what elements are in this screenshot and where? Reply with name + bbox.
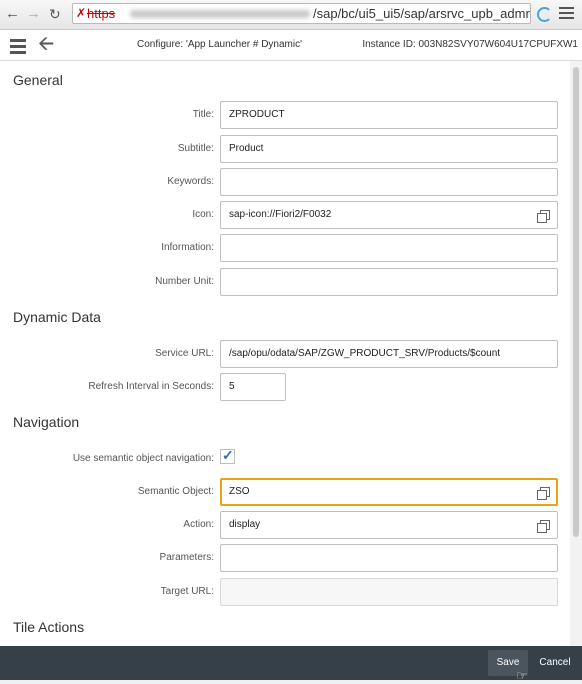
keywords-input[interactable] — [220, 168, 558, 196]
semantic-nav-label: Use semantic object navigation: — [72, 453, 214, 464]
section-title-navigation: Navigation — [13, 414, 80, 430]
value-help-icon[interactable] — [537, 520, 550, 533]
section-title-tile-actions: Tile Actions — [13, 619, 85, 635]
browser-back-icon[interactable]: ← — [5, 4, 20, 24]
refresh-interval-input[interactable]: 5 — [220, 373, 286, 401]
app-header: 🡨 Configure: 'App Launcher # Dynamic' In… — [0, 30, 582, 61]
section-title-general: General — [13, 72, 63, 88]
target-url-input — [220, 578, 558, 606]
semantic-nav-checkbox[interactable]: ✓ — [220, 447, 235, 464]
service-url-value: /sap/opu/odata/SAP/ZGW_PRODUCT_SRV/Produ… — [229, 348, 501, 359]
config-form: General Title: ZPRODUCT Subtitle: Produc… — [0, 61, 570, 646]
semantic-object-input[interactable]: ZSO — [220, 478, 558, 506]
icon-label: Icon: — [192, 209, 214, 220]
service-url-label: Service URL: — [155, 348, 214, 359]
subtitle-input[interactable]: Product — [220, 135, 558, 163]
refresh-interval-value: 5 — [229, 381, 235, 392]
value-help-icon[interactable] — [537, 210, 550, 223]
action-input[interactable]: display — [220, 511, 558, 539]
refresh-interval-label: Refresh Interval in Seconds: — [88, 381, 214, 392]
checkmark-icon: ✓ — [222, 447, 234, 463]
page-title: Configure: 'App Launcher # Dynamic' — [137, 39, 303, 50]
target-url-label: Target URL: — [160, 586, 214, 597]
title-input[interactable]: ZPRODUCT — [220, 101, 558, 129]
browser-forward-icon[interactable]: → — [26, 4, 41, 24]
section-title-dynamic-data: Dynamic Data — [13, 309, 101, 325]
semantic-object-value: ZSO — [229, 486, 250, 497]
title-value: ZPRODUCT — [229, 109, 285, 120]
information-label: Information: — [161, 242, 214, 253]
extension-icon[interactable] — [537, 7, 552, 22]
url-path: /sap/bc/ui5_ui5/sap/arsrvc_upb_admn/main… — [313, 6, 530, 21]
action-value: display — [229, 519, 261, 530]
subtitle-value: Product — [229, 143, 264, 154]
number-unit-input[interactable] — [220, 268, 558, 296]
back-arrow-icon[interactable]: 🡨 — [38, 32, 54, 56]
parameters-input[interactable] — [220, 544, 558, 572]
subtitle-label: Subtitle: — [177, 143, 214, 154]
browser-toolbar: ← → ↻ ✗ https /sap/bc/ui5_ui5/sap/arsrvc… — [0, 0, 582, 30]
url-scheme: https — [87, 6, 116, 21]
information-input[interactable] — [220, 234, 558, 262]
cancel-button[interactable]: Cancel — [534, 650, 576, 676]
url-host-redacted — [130, 10, 310, 18]
number-unit-label: Number Unit: — [155, 276, 214, 287]
hand-cursor-icon: ☞ — [516, 668, 528, 683]
scrollbar-thumb[interactable] — [573, 67, 579, 537]
semantic-object-label: Semantic Object: — [137, 486, 214, 497]
instance-id: Instance ID: 003N82SVY07W604U17CPUFXW1 — [362, 39, 578, 50]
icon-input[interactable]: sap-icon://Fiori2/F0032 — [220, 201, 558, 229]
hamburger-menu-icon[interactable] — [10, 39, 26, 57]
title-label: Title: — [192, 109, 214, 120]
scrollbar[interactable] — [570, 61, 582, 646]
keywords-label: Keywords: — [167, 176, 214, 187]
parameters-label: Parameters: — [159, 552, 214, 563]
browser-reload-icon[interactable]: ↻ — [49, 4, 61, 24]
footer-toolbar: Save Cancel — [0, 646, 582, 680]
address-bar[interactable]: ✗ https /sap/bc/ui5_ui5/sap/arsrvc_upb_a… — [72, 3, 531, 24]
browser-menu-icon[interactable] — [559, 7, 574, 22]
value-help-icon[interactable] — [537, 487, 550, 500]
service-url-input[interactable]: /sap/opu/odata/SAP/ZGW_PRODUCT_SRV/Produ… — [220, 340, 558, 368]
icon-value: sap-icon://Fiori2/F0032 — [229, 209, 332, 220]
action-label: Action: — [183, 519, 214, 530]
